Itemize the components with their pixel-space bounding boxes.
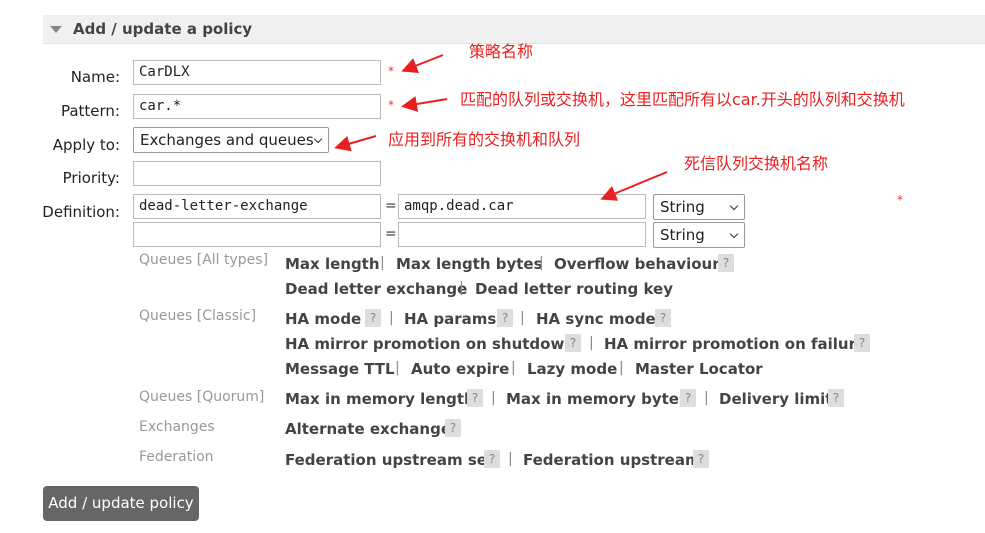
help-icon[interactable]: ? — [467, 389, 483, 407]
helper-message-ttl[interactable]: Message TTL — [285, 360, 395, 378]
helper-ha-mirror-promotion-failure[interactable]: HA mirror promotion on failure — [604, 335, 866, 353]
helper-max-in-memory-length[interactable]: Max in memory length — [285, 390, 475, 408]
arrow-pattern-note — [401, 96, 448, 112]
help-icon[interactable]: ? — [497, 309, 513, 327]
name-label: Name: — [70, 68, 120, 86]
add-update-policy-button[interactable]: Add / update policy — [43, 486, 199, 521]
separator: | — [704, 390, 709, 406]
chevron-down-icon — [729, 229, 739, 239]
helper-ha-sync-mode[interactable]: HA sync mode — [536, 310, 656, 328]
category-queues-all: Queues [All types] — [139, 252, 269, 268]
pattern-label: Pattern: — [60, 102, 120, 120]
help-icon[interactable]: ? — [718, 254, 734, 272]
separator: | — [389, 310, 394, 326]
help-icon[interactable]: ? — [484, 450, 500, 468]
separator: | — [508, 451, 513, 467]
apply-to-select[interactable]: Exchanges and queues — [133, 127, 329, 153]
annotation-dlx-note: 死信队列交换机名称 — [684, 154, 829, 173]
help-icon[interactable]: ? — [565, 334, 581, 352]
apply-to-value: Exchanges and queues — [140, 131, 314, 149]
helper-dead-letter-routing-key[interactable]: Dead letter routing key — [475, 280, 673, 298]
helper-delivery-limit[interactable]: Delivery limit — [719, 390, 832, 408]
apply-to-label: Apply to: — [52, 136, 120, 154]
priority-input[interactable] — [133, 161, 381, 186]
name-input[interactable]: CarDLX — [133, 60, 381, 85]
separator: | — [380, 255, 385, 271]
definition-type-value-2: String — [660, 226, 705, 244]
help-icon[interactable]: ? — [365, 309, 381, 327]
equals-sign: = — [385, 198, 397, 214]
helper-auto-expire[interactable]: Auto expire — [411, 360, 509, 378]
pattern-input[interactable]: car.* — [133, 94, 381, 119]
separator: | — [539, 255, 544, 271]
helper-ha-mode[interactable]: HA mode — [285, 310, 361, 328]
annotation-apply-note: 应用到所有的交换机和队列 — [388, 130, 581, 149]
help-icon[interactable]: ? — [445, 419, 461, 437]
definition-type-select-2[interactable]: String — [653, 222, 745, 248]
help-icon[interactable]: ? — [655, 309, 671, 327]
helper-ha-params[interactable]: HA params — [404, 310, 496, 328]
pattern-required-mark: * — [388, 98, 394, 112]
separator: | — [619, 360, 624, 376]
separator: | — [459, 280, 464, 296]
definition-label: Definition: — [42, 203, 120, 221]
definition-type-value-1: String — [660, 198, 705, 216]
annotation-pattern-note: 匹配的队列或交换机，这里匹配所有以car.开头的队列和交换机 — [460, 90, 905, 109]
equals-sign: = — [385, 226, 397, 242]
chevron-down-icon — [729, 201, 739, 211]
helper-dead-letter-exchange[interactable]: Dead letter exchange — [285, 280, 467, 298]
definition-value-input-1[interactable]: amqp.dead.car — [398, 194, 646, 219]
definition-required-mark: * — [897, 193, 903, 207]
help-icon[interactable]: ? — [854, 334, 870, 352]
name-required-mark: * — [388, 64, 394, 78]
help-icon[interactable]: ? — [828, 389, 844, 407]
collapse-triangle-icon[interactable] — [50, 26, 62, 33]
category-queues-classic: Queues [Classic] — [139, 308, 257, 324]
arrow-name-note — [401, 54, 444, 74]
category-exchanges: Exchanges — [139, 419, 215, 435]
helper-max-length-bytes[interactable]: Max length bytes — [396, 255, 543, 273]
separator: | — [589, 335, 594, 351]
definition-key-input-2[interactable] — [133, 222, 381, 247]
annotation-name-note: 策略名称 — [469, 42, 534, 61]
helper-ha-mirror-promotion-shutdown[interactable]: HA mirror promotion on shutdown — [285, 335, 575, 353]
helper-lazy-mode[interactable]: Lazy mode — [527, 360, 617, 378]
definition-key-input-1[interactable]: dead-letter-exchange — [133, 194, 381, 219]
separator: | — [395, 360, 400, 376]
chevron-down-icon — [313, 134, 323, 144]
helper-master-locator[interactable]: Master Locator — [635, 360, 763, 378]
helper-max-in-memory-bytes[interactable]: Max in memory bytes — [506, 390, 688, 408]
priority-label: Priority: — [62, 169, 120, 187]
help-icon[interactable]: ? — [693, 450, 709, 468]
category-federation: Federation — [139, 449, 214, 465]
helper-overflow-behaviour[interactable]: Overflow behaviour — [554, 255, 720, 273]
helper-federation-upstream-set[interactable]: Federation upstream set — [285, 451, 494, 469]
definition-type-select-1[interactable]: String — [653, 194, 745, 220]
arrow-apply-note — [334, 135, 377, 152]
helper-max-length[interactable]: Max length — [285, 255, 380, 273]
helper-federation-upstream[interactable]: Federation upstream — [523, 451, 701, 469]
separator: | — [491, 390, 496, 406]
category-queues-quorum: Queues [Quorum] — [139, 389, 265, 405]
section-title: Add / update a policy — [73, 20, 253, 38]
separator: | — [511, 360, 516, 376]
separator: | — [520, 310, 525, 326]
definition-value-input-2[interactable] — [398, 222, 646, 247]
help-icon[interactable]: ? — [680, 389, 696, 407]
helper-alternate-exchange[interactable]: Alternate exchange — [285, 420, 451, 438]
